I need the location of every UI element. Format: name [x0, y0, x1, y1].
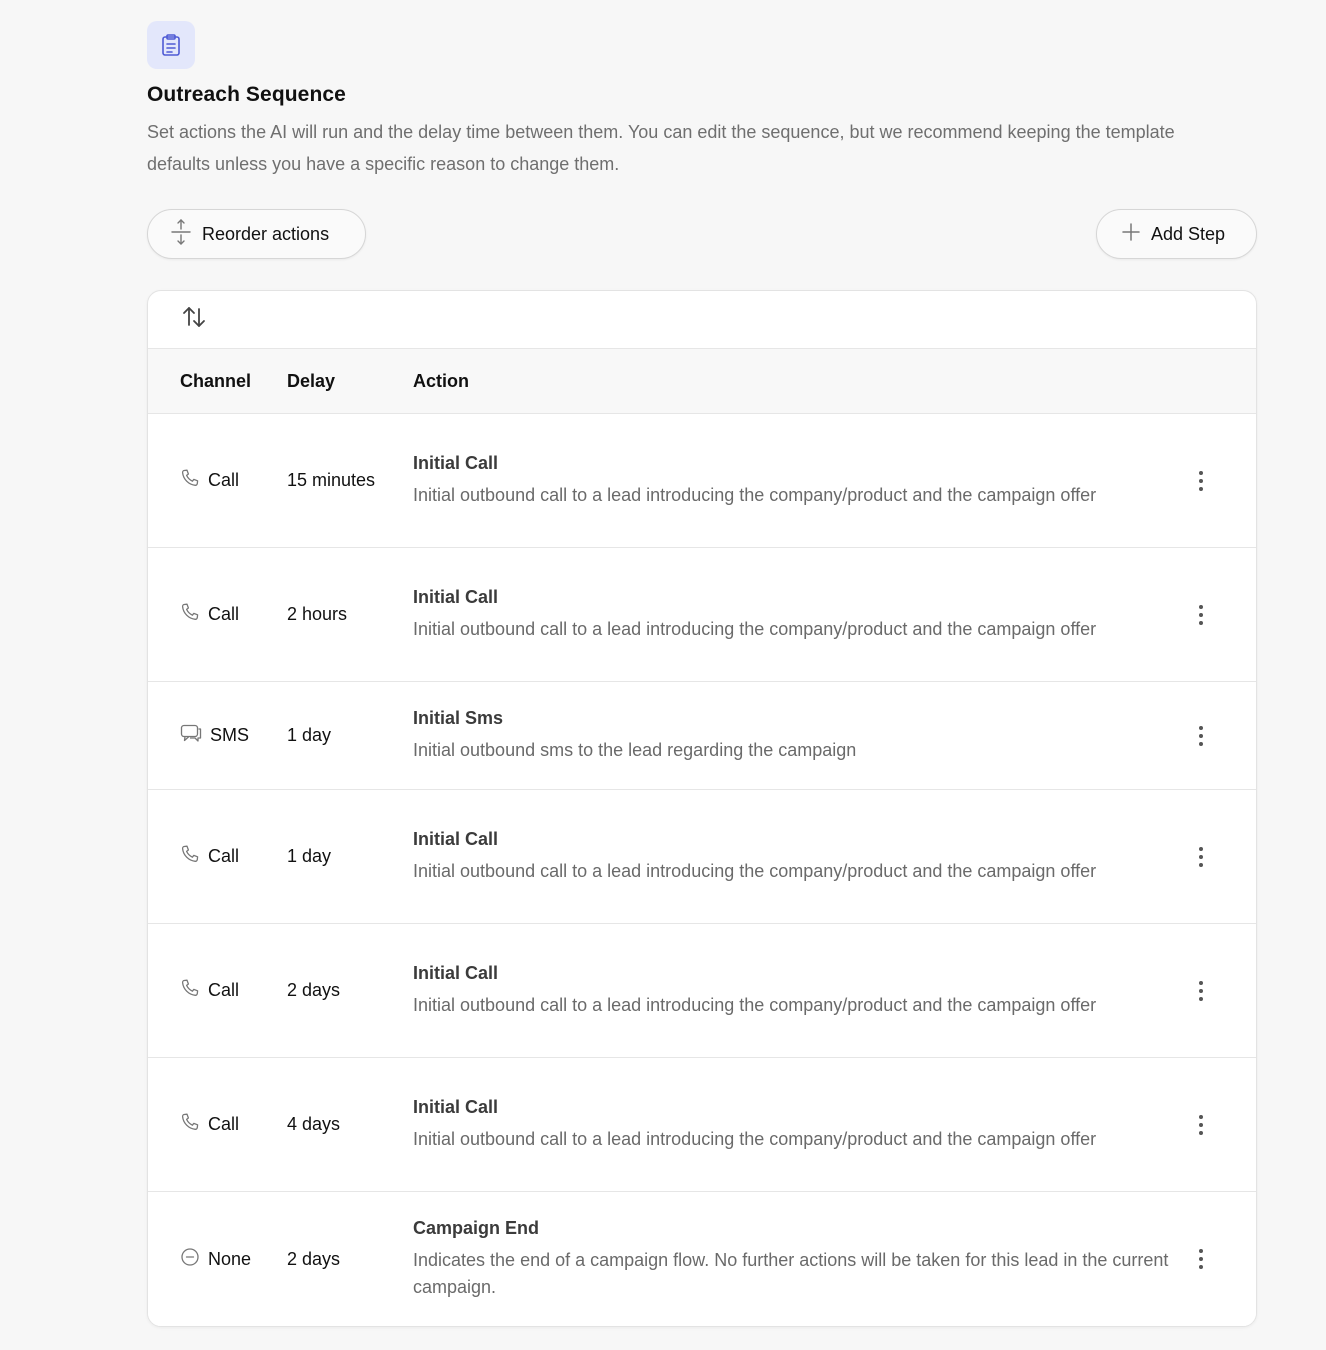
channel-cell: Call — [148, 978, 287, 1003]
table-row: Call 2 hours Initial Call Initial outbou… — [148, 548, 1256, 682]
channel-label: Call — [208, 846, 240, 866]
table-row: Call 1 day Initial Call Initial outbound… — [148, 790, 1256, 924]
more-options-icon[interactable] — [1191, 469, 1211, 493]
more-options-icon[interactable] — [1191, 724, 1211, 748]
channel-label: Call — [208, 980, 240, 1000]
channel-label: SMS — [210, 725, 250, 745]
action-title: Initial Call — [413, 586, 499, 607]
more-options-icon[interactable] — [1191, 1247, 1211, 1271]
chat-icon — [180, 723, 202, 748]
reorder-icon — [170, 218, 192, 251]
menu-cell — [1173, 1247, 1256, 1271]
add-step-button[interactable]: Add Step — [1096, 209, 1257, 259]
table-row: Call 4 days Initial Call Initial outboun… — [148, 1058, 1256, 1192]
action-cell: Initial Call Initial outbound call to a … — [413, 963, 1173, 1019]
channel-cell: None — [148, 1247, 287, 1272]
channel-cell: Call — [148, 1112, 287, 1137]
more-options-icon[interactable] — [1191, 1113, 1211, 1137]
table-body: Call 15 minutes Initial Call Initial out… — [148, 414, 1256, 1326]
add-step-label: Add Step — [1151, 223, 1226, 244]
column-header-action: Action — [413, 370, 469, 391]
menu-cell — [1173, 603, 1256, 627]
phone-icon — [180, 468, 200, 493]
action-description: Initial outbound call to a lead introduc… — [413, 994, 1097, 1015]
channel-cell: Call — [148, 844, 287, 869]
action-cell: Initial Call Initial outbound call to a … — [413, 453, 1173, 509]
table-header: Channel Delay Action — [148, 349, 1256, 414]
action-title: Initial Sms — [413, 707, 504, 728]
sort-bar — [148, 291, 1256, 349]
channel-label: Call — [208, 1114, 240, 1134]
delay-cell: 1 day — [287, 846, 332, 866]
page-description: Set actions the AI will run and the dela… — [147, 122, 1175, 174]
channel-label: Call — [208, 604, 240, 624]
action-description: Initial outbound call to a lead introduc… — [413, 1128, 1097, 1149]
menu-cell — [1173, 469, 1256, 493]
more-options-icon[interactable] — [1191, 603, 1211, 627]
action-description: Initial outbound call to a lead introduc… — [413, 618, 1097, 639]
action-title: Initial Call — [413, 962, 499, 983]
channel-cell: Call — [148, 602, 287, 627]
column-header-channel: Channel — [180, 370, 252, 391]
plus-icon — [1121, 222, 1141, 247]
menu-cell — [1173, 724, 1256, 748]
action-cell: Initial Sms Initial outbound sms to the … — [413, 708, 1173, 764]
action-cell: Initial Call Initial outbound call to a … — [413, 829, 1173, 885]
menu-cell — [1173, 1113, 1256, 1137]
delay-cell: 2 hours — [287, 604, 348, 624]
delay-cell: 2 days — [287, 980, 341, 1000]
clipboard-icon — [147, 21, 195, 69]
phone-icon — [180, 602, 200, 627]
menu-cell — [1173, 979, 1256, 1003]
table-row: Call 2 days Initial Call Initial outboun… — [148, 924, 1256, 1058]
action-title: Initial Call — [413, 828, 499, 849]
minus-circle-icon — [180, 1247, 200, 1272]
action-description: Initial outbound call to a lead introduc… — [413, 484, 1097, 505]
action-cell: Initial Call Initial outbound call to a … — [413, 587, 1173, 643]
sort-icon[interactable] — [181, 305, 207, 334]
reorder-actions-button[interactable]: Reorder actions — [147, 209, 366, 259]
action-description: Initial outbound call to a lead introduc… — [413, 860, 1097, 881]
delay-cell: 2 days — [287, 1248, 341, 1269]
page-title: Outreach Sequence — [147, 83, 346, 106]
action-cell: Campaign End Indicates the end of a camp… — [413, 1218, 1173, 1301]
menu-cell — [1173, 845, 1256, 869]
toolbar: Reorder actions Add Step — [147, 209, 1257, 259]
table-row: SMS 1 day Initial Sms Initial outbound s… — [148, 682, 1256, 790]
channel-label: Call — [208, 470, 240, 490]
action-description: Indicates the end of a campaign flow. No… — [413, 1249, 1169, 1297]
channel-cell: Call — [148, 468, 287, 493]
phone-icon — [180, 1112, 200, 1137]
action-title: Initial Call — [413, 1096, 499, 1117]
more-options-icon[interactable] — [1191, 979, 1211, 1003]
action-description: Initial outbound sms to the lead regardi… — [413, 739, 857, 760]
delay-cell: 15 minutes — [287, 470, 376, 490]
action-title: Campaign End — [413, 1217, 540, 1238]
reorder-actions-label: Reorder actions — [202, 223, 330, 244]
table-row: None 2 days Campaign End Indicates the e… — [148, 1192, 1256, 1326]
phone-icon — [180, 844, 200, 869]
table-row: Call 15 minutes Initial Call Initial out… — [148, 414, 1256, 548]
phone-icon — [180, 978, 200, 1003]
column-header-delay: Delay — [287, 370, 336, 391]
delay-cell: 1 day — [287, 725, 332, 745]
channel-label: None — [208, 1248, 252, 1269]
action-title: Initial Call — [413, 452, 499, 473]
outreach-sequence-section: Outreach Sequence Set actions the AI wil… — [147, 21, 1257, 1327]
more-options-icon[interactable] — [1191, 845, 1211, 869]
action-cell: Initial Call Initial outbound call to a … — [413, 1097, 1173, 1153]
delay-cell: 4 days — [287, 1114, 341, 1134]
channel-cell: SMS — [148, 723, 287, 748]
sequence-table: Channel Delay Action Call 15 minutes Ini… — [147, 290, 1257, 1327]
